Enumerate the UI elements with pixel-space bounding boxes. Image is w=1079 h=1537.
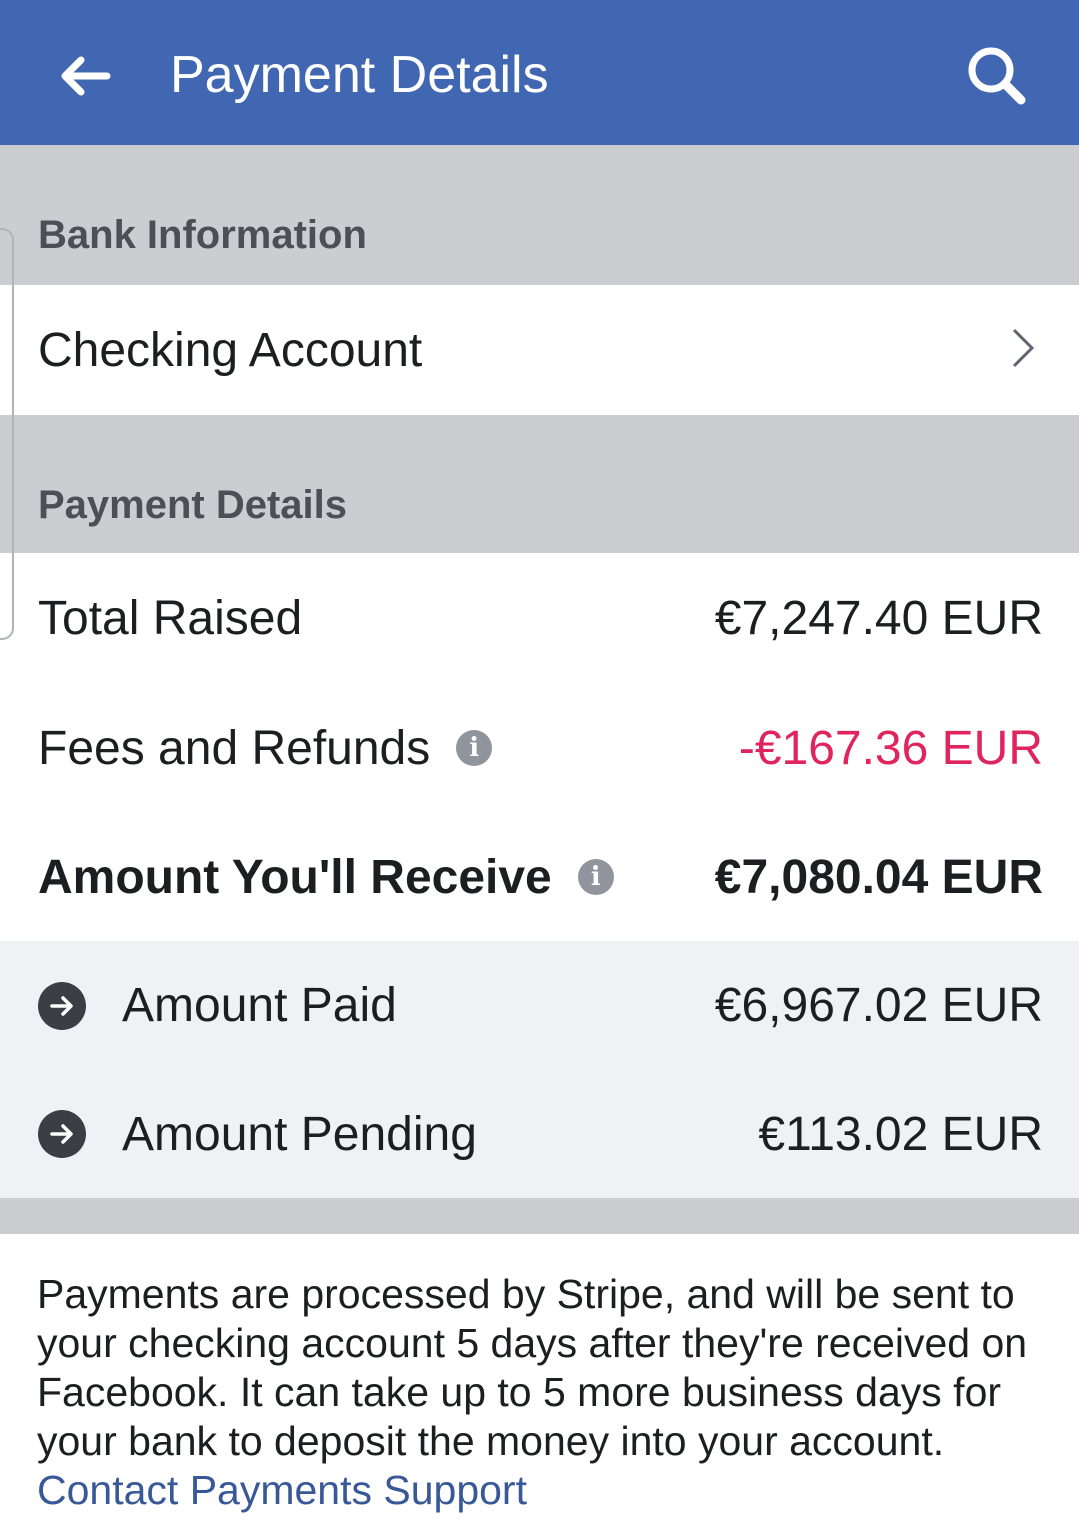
checking-account-label: Checking Account [38, 323, 423, 377]
top-app-bar: Payment Details [0, 0, 1079, 145]
payment-details-header: Payment Details [0, 415, 1079, 553]
bank-information-header: Bank Information [0, 145, 1079, 285]
chevron-right-icon [1012, 328, 1035, 368]
back-arrow-icon [61, 56, 111, 96]
amount-receive-row: Amount You'll Receive i €7,080.04 EUR [0, 813, 1079, 941]
search-icon [968, 47, 1026, 105]
amount-paid-label: Amount Paid [122, 979, 397, 1032]
bank-information-heading: Bank Information [38, 213, 367, 257]
payment-details-heading: Payment Details [38, 483, 348, 527]
amount-paid-row: Amount Paid €6,967.02 EUR [0, 941, 1079, 1070]
search-button[interactable] [955, 34, 1039, 118]
section-divider [0, 1198, 1079, 1234]
edge-frame [0, 228, 14, 640]
amount-paid-cell: Amount Paid [38, 941, 397, 1070]
contact-payments-support-link[interactable]: Contact Payments Support [37, 1466, 1052, 1515]
amount-paid-value: €6,967.02 EUR [714, 979, 1043, 1032]
info-icon[interactable]: i [456, 730, 493, 766]
amount-receive-label: Amount You'll Receive [38, 850, 552, 904]
fees-and-refunds-row: Fees and Refunds i -€167.36 EUR [0, 683, 1079, 813]
page-title: Payment Details [170, 46, 549, 104]
amount-pending-label: Amount Pending [122, 1107, 477, 1161]
payments-info-body: Payments are processed by Stripe, and wi… [37, 1271, 1028, 1464]
arrow-right-icon [38, 1110, 86, 1158]
checking-account-row[interactable]: Checking Account [0, 285, 1079, 415]
info-icon[interactable]: i [577, 859, 614, 895]
fees-and-refunds-value: -€167.36 EUR [738, 721, 1043, 775]
total-raised-value: €7,247.40 EUR [714, 591, 1043, 645]
total-raised-row: Total Raised €7,247.40 EUR [0, 553, 1079, 683]
payments-info-text: Payments are processed by Stripe, and wi… [37, 1270, 1052, 1515]
amount-pending-row: Amount Pending €113.02 EUR [0, 1070, 1079, 1198]
amount-pending-value: €113.02 EUR [758, 1107, 1043, 1161]
amount-receive-value: €7,080.04 EUR [714, 850, 1043, 904]
arrow-right-icon [38, 981, 86, 1030]
total-raised-label: Total Raised [38, 591, 303, 645]
fees-and-refunds-label: Fees and Refunds [38, 721, 431, 775]
amount-pending-cell: Amount Pending [38, 1070, 477, 1198]
amount-receive-cell: Amount You'll Receive i [38, 813, 614, 941]
back-button[interactable] [40, 38, 130, 114]
fees-and-refunds-cell: Fees and Refunds i [38, 683, 493, 813]
